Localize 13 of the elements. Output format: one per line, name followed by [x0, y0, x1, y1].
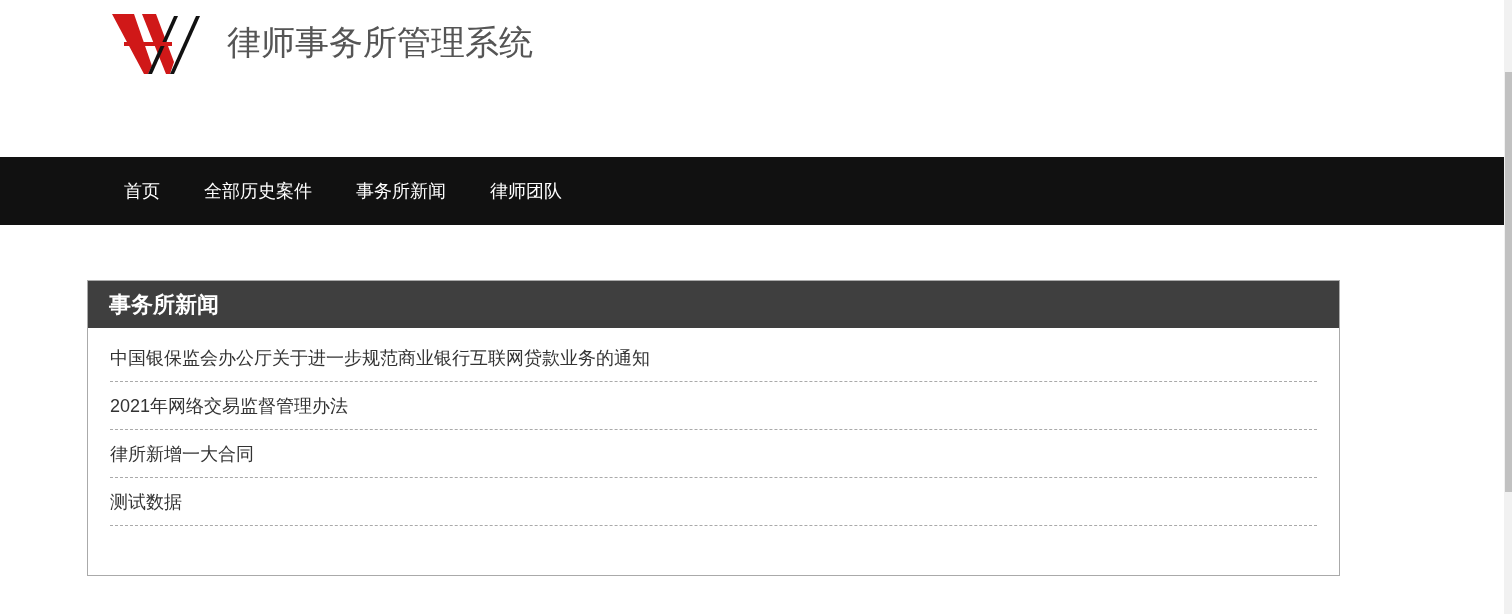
nav-link[interactable]: 全部历史案件: [182, 157, 334, 225]
scrollbar-thumb[interactable]: [1505, 72, 1512, 492]
logo-icon: [112, 14, 200, 74]
site-title: 律师事务所管理系统: [227, 22, 533, 63]
panel-title: 事务所新闻: [109, 290, 219, 319]
news-link[interactable]: 测试数据: [110, 489, 182, 514]
news-link[interactable]: 中国银保监会办公厅关于进一步规范商业银行互联网贷款业务的通知: [110, 345, 650, 370]
nav-link[interactable]: 律师团队: [468, 157, 584, 225]
nav-link[interactable]: 事务所新闻: [334, 157, 468, 225]
scrollbar-track[interactable]: [1504, 0, 1512, 614]
news-link[interactable]: 2021年网络交易监督管理办法: [110, 393, 349, 418]
nav-link[interactable]: 首页: [102, 157, 182, 225]
news-link[interactable]: 律所新增一大合同: [110, 441, 254, 466]
